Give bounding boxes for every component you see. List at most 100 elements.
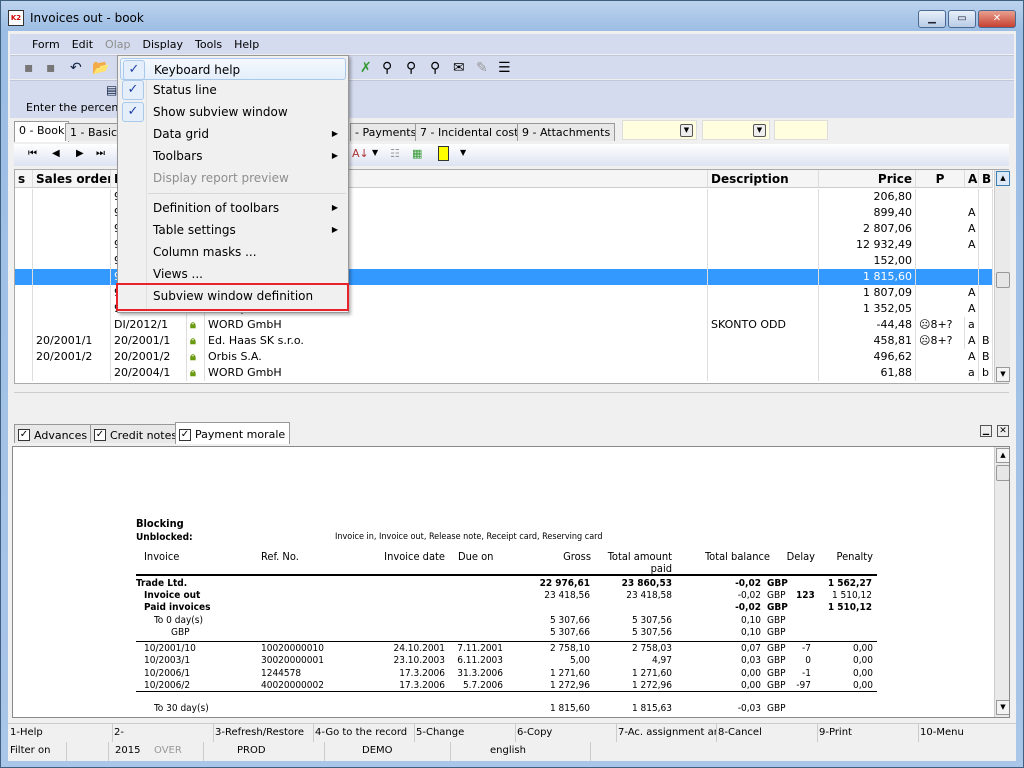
checkbox[interactable]: ✓ (179, 428, 191, 441)
scroll-thumb[interactable] (996, 272, 1010, 288)
menu-item-data-grid[interactable]: Data grid ▶ (120, 123, 346, 145)
tab-incidental-costs[interactable]: 7 - Incidental costs (415, 123, 530, 141)
submenu-arrow-icon: ▶ (331, 203, 338, 212)
col-header-a[interactable]: A (965, 170, 979, 188)
next-record-icon[interactable]: ▶ (76, 148, 84, 159)
col-header-description[interactable]: Description (708, 170, 819, 188)
scroll-down-button[interactable]: ▼ (996, 367, 1010, 382)
checkbox[interactable]: ✓ (94, 429, 106, 441)
tab-payments[interactable]: - Payments (350, 123, 422, 141)
tab-book[interactable]: 0 - Book (14, 121, 70, 142)
table-row[interactable]: 🔒︎ 20/2001/1 20/2001/1 Ed. Haas SK s.r.o. 45… (15, 333, 993, 349)
subview-tab-advances[interactable]: ✓ Advances (14, 424, 93, 443)
cell-sales-order: 20/2001/2 (33, 349, 111, 365)
menu-item-column-masks[interactable]: Column masks ... (120, 241, 346, 263)
chevron-down-icon[interactable]: ▼ (460, 148, 466, 157)
menu-form[interactable]: Form (26, 38, 66, 51)
function-key-3[interactable]: 3-Refresh/Restore (215, 727, 314, 738)
menu-item-table-settings[interactable]: Table settings ▶ (120, 219, 346, 241)
report-text: 0,03 (740, 655, 761, 667)
menu-item-display-report-preview[interactable]: Display report preview (120, 167, 346, 189)
filter-select-2[interactable]: ▼ (702, 120, 770, 140)
chevron-down-icon[interactable]: ▼ (372, 148, 378, 157)
menu-lines-icon[interactable]: ☰ (498, 60, 511, 76)
edit-icon[interactable]: ✎ (476, 60, 488, 76)
previous-record-icon[interactable]: ◀ (52, 148, 60, 159)
find-previous-icon[interactable]: ⚲ (430, 60, 440, 76)
function-key-4[interactable]: 4-Go to the record (315, 727, 414, 738)
menu-olap[interactable]: Olap (99, 38, 136, 51)
report-text: GBP (767, 590, 786, 602)
checkbox[interactable]: ✓ (18, 429, 30, 441)
maximize-button[interactable]: ▭ (948, 10, 976, 28)
menu-item-keyboard-help[interactable]: ✓ Keyboard help (120, 58, 346, 80)
last-record-icon[interactable]: ⏭ (96, 148, 105, 159)
menu-item-status-line[interactable]: ✓ Status line (120, 79, 346, 101)
function-key-8[interactable]: 8-Cancel (718, 727, 817, 738)
function-key-9[interactable]: 9-Print (819, 727, 918, 738)
cell-description (708, 237, 819, 253)
excel-export-icon[interactable]: ✗ (360, 60, 372, 76)
table-row[interactable]: 🔒︎ DI/2012/1 WORD GmbH SKONTO ODD -44,48 ☹8+?… (15, 317, 993, 333)
cell-p: ☹8+? (916, 333, 965, 349)
grid-scrollbar[interactable]: ▲ ▼ (994, 170, 1010, 383)
menu-display[interactable]: Display (136, 38, 189, 51)
report-text: -0,02 (735, 602, 761, 614)
subview-tab-payment-morale[interactable]: ✓ Payment morale (175, 422, 291, 444)
function-key-10[interactable]: 10-Menu (920, 727, 1019, 738)
scroll-up-button[interactable]: ▲ (996, 448, 1009, 463)
scroll-up-button[interactable]: ▲ (996, 171, 1010, 186)
open-folder-icon[interactable]: 📂 (92, 60, 109, 76)
function-key-5[interactable]: 5-Change (416, 727, 515, 738)
find-icon[interactable]: ⚲ (382, 60, 392, 76)
cell-price: 1 807,09 (819, 285, 916, 301)
report-icon[interactable] (438, 146, 449, 161)
tab-basic-data[interactable]: 1 - Basic d (65, 123, 125, 141)
minimize-button[interactable]: ▁ (918, 10, 946, 28)
tab-attachments[interactable]: 9 - Attachments (517, 123, 616, 141)
function-key-6[interactable]: 6-Copy (517, 727, 616, 738)
col-header-sales-order[interactable]: Sales order (33, 170, 111, 188)
filter-select-1[interactable]: ▼ (622, 120, 697, 140)
menu-edit[interactable]: Edit (66, 38, 99, 51)
find-next-icon[interactable]: ⚲ (406, 60, 416, 76)
chevron-down-icon[interactable]: ▼ (753, 124, 766, 137)
menu-tools[interactable]: Tools (189, 38, 228, 51)
menu-help[interactable]: Help (228, 38, 265, 51)
list-icon[interactable]: ☷ (390, 147, 400, 160)
report-text: 4,97 (651, 655, 672, 667)
undo-icon[interactable]: ↶ (70, 60, 82, 76)
report-scrollbar[interactable]: ▲ ▼ (994, 447, 1009, 717)
function-key-2[interactable]: 2- (114, 727, 213, 738)
save-close-icon[interactable]: ▪ (46, 60, 56, 76)
filter-input[interactable] (774, 120, 828, 140)
excel-icon[interactable]: ▦ (412, 147, 422, 160)
table-row[interactable]: 🔒︎ 20/2004/1 WORD GmbH 61,88 a b (15, 365, 993, 381)
table-row[interactable]: 🔒︎ 20/2001/2 20/2001/2 Orbis S.A. 496,62 A B (15, 349, 993, 365)
col-header-s[interactable]: s (15, 170, 33, 188)
minimize-subview-icon[interactable]: ▁ (980, 425, 992, 437)
function-key-1[interactable]: 1-Help (10, 727, 109, 738)
first-record-icon[interactable]: ⏮ (28, 148, 37, 159)
subview-tab-credit-notes[interactable]: ✓ Credit notes (90, 424, 183, 443)
unblocked-value: Invoice in, Invoice out, Release note, R… (335, 532, 603, 542)
sort-icon[interactable]: A↓ (352, 147, 369, 160)
menu-item-definition-of-toolbars[interactable]: Definition of toolbars ▶ (120, 197, 346, 219)
close-subview-icon[interactable]: ✕ (997, 425, 1009, 437)
menu-item-show-subview-window[interactable]: ✓ Show subview window (120, 101, 346, 123)
col-header-p[interactable]: P (916, 170, 965, 188)
function-key-7[interactable]: 7-Ac. assignment ar (618, 727, 717, 738)
col-header-b[interactable]: B (979, 170, 993, 188)
menu-item-views[interactable]: Views ... (120, 263, 346, 285)
save-icon[interactable]: ▪ (24, 60, 34, 76)
report-text: GBP (767, 643, 786, 654)
menu-item-toolbars[interactable]: Toolbars ▶ (120, 145, 346, 167)
scroll-thumb[interactable] (996, 465, 1009, 481)
close-button[interactable]: ✕ (978, 10, 1016, 28)
scroll-down-button[interactable]: ▼ (996, 700, 1009, 715)
email-icon[interactable]: ✉ (453, 60, 465, 76)
col-header-price[interactable]: Price (819, 170, 916, 188)
chevron-down-icon[interactable]: ▼ (680, 124, 693, 137)
submenu-arrow-icon: ▶ (331, 129, 338, 138)
cell-d: DI/2012/1 (111, 317, 187, 333)
